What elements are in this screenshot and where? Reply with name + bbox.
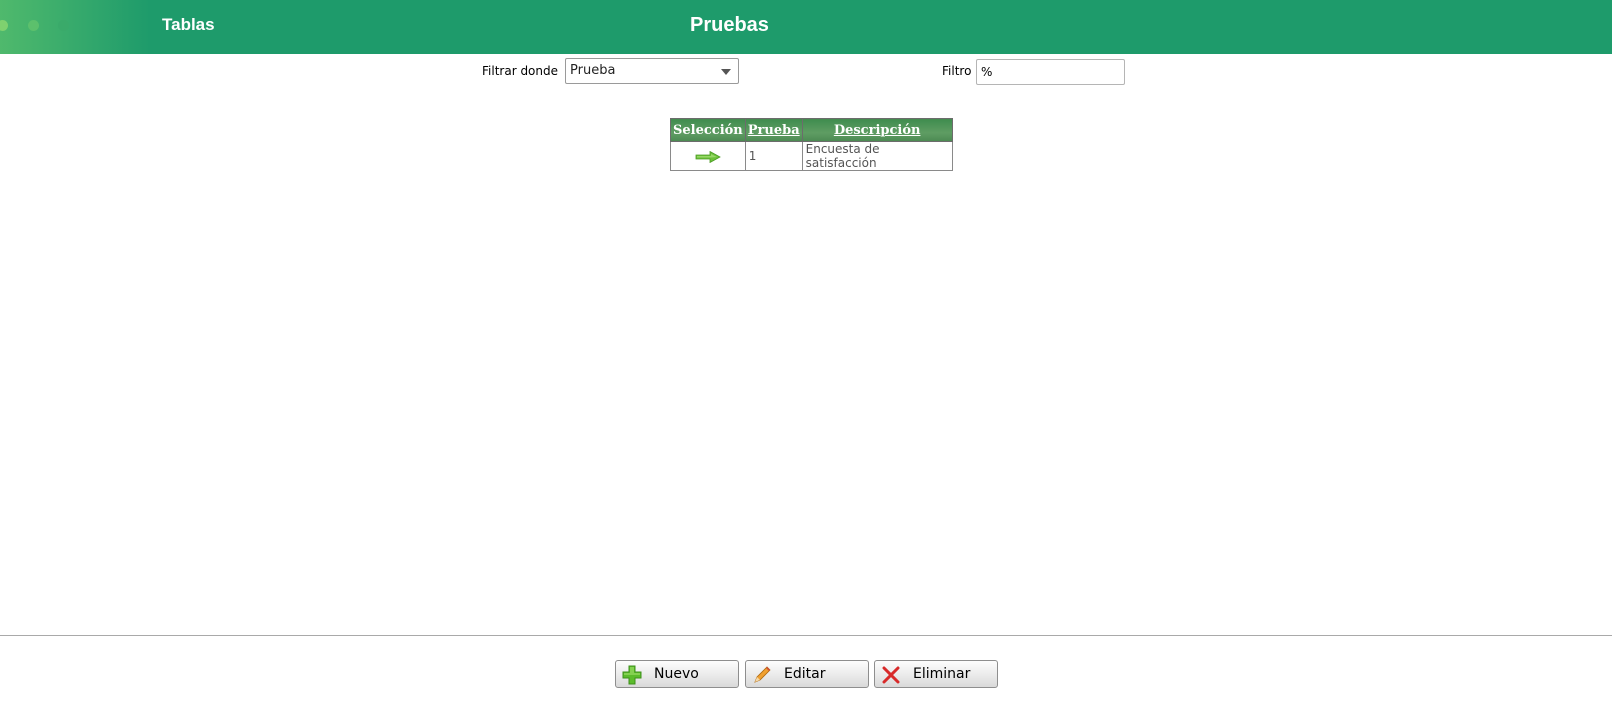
descripcion-cell: Encuesta de satisfacción <box>801 141 953 171</box>
filter-by-value: Prueba <box>570 63 616 78</box>
dot-icon <box>28 20 39 31</box>
sort-descripcion-link[interactable]: Descripción <box>834 123 921 138</box>
edit-button[interactable]: Editar <box>745 660 869 688</box>
prueba-cell: 1 <box>744 141 803 171</box>
column-header-descripcion[interactable]: Descripción <box>801 118 953 142</box>
select-cell[interactable] <box>670 141 746 171</box>
new-button[interactable]: Nuevo <box>615 660 739 688</box>
filter-by-label: Filtrar donde <box>482 64 559 78</box>
table-row: 1 Encuesta de satisfacción <box>670 141 953 171</box>
chevron-down-icon <box>721 69 731 75</box>
section-title: Tablas <box>162 15 215 34</box>
delete-button-label: Eliminar <box>913 666 971 682</box>
x-icon <box>882 666 900 684</box>
dot-icon <box>58 20 69 31</box>
pencil-icon <box>754 666 771 683</box>
column-header-prueba[interactable]: Prueba <box>744 118 803 142</box>
filter-input[interactable] <box>976 59 1125 85</box>
right-arrow-icon[interactable] <box>695 150 721 163</box>
column-header-seleccion: Selección <box>670 118 746 142</box>
footer-divider <box>0 635 1612 636</box>
new-button-label: Nuevo <box>654 666 699 682</box>
header-bar: Tablas Pruebas <box>0 0 1612 54</box>
sort-prueba-link[interactable]: Prueba <box>748 123 800 138</box>
filter-label: Filtro <box>942 64 972 78</box>
edit-button-label: Editar <box>784 666 826 682</box>
table-header-row: Selección Prueba Descripción <box>670 118 953 142</box>
results-table: Selección Prueba Descripción 1 Encuesta … <box>670 118 953 171</box>
page-title: Pruebas <box>690 14 769 36</box>
header-glow <box>0 0 150 54</box>
filter-by-select[interactable]: Prueba <box>565 58 739 84</box>
delete-button[interactable]: Eliminar <box>874 660 998 688</box>
plus-icon <box>622 665 642 685</box>
